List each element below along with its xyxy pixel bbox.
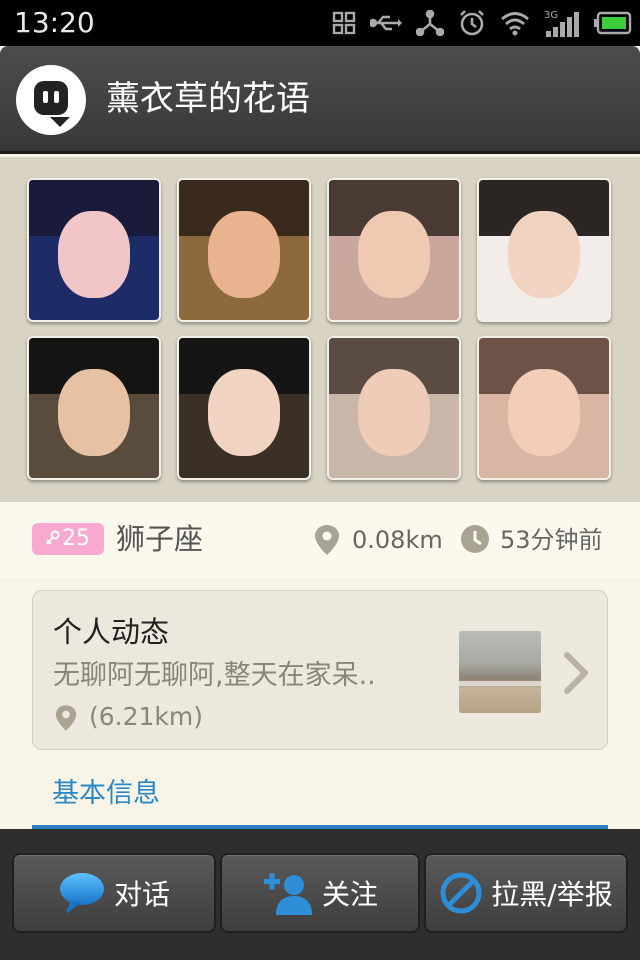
zodiac-label: 狮子座: [116, 522, 204, 556]
clock-icon: [460, 524, 490, 558]
chat-button-label: 对话: [113, 878, 170, 911]
follow-button-label: 关注: [321, 878, 378, 911]
photo-thumbnail[interactable]: [27, 178, 161, 322]
photo-thumbnail[interactable]: [477, 336, 611, 480]
age-badge: 25: [32, 523, 104, 555]
moment-location: (6.21km): [89, 702, 204, 731]
photo-thumbnail[interactable]: [177, 178, 311, 322]
tab-basic-info[interactable]: 基本信息: [52, 774, 160, 814]
battery-icon: [594, 11, 632, 35]
last-active-time: 53分钟前: [500, 526, 603, 554]
photo-thumbnail[interactable]: [327, 336, 461, 480]
status-icons: 3G: [332, 7, 632, 39]
block-report-button[interactable]: 拉黑/举报: [424, 853, 628, 933]
chat-bubble-logo-icon[interactable]: [16, 65, 86, 135]
photo-thumbnail[interactable]: [477, 178, 611, 322]
moment-card[interactable]: 个人动态 无聊阿无聊阿,整天在家呆.. (6.21km): [32, 590, 608, 750]
status-time: 13:20: [14, 6, 95, 39]
photo-grid: [0, 157, 640, 502]
moment-title: 个人动态: [53, 615, 170, 649]
status-bar: 13:20 3G: [0, 0, 640, 46]
share-icon: [416, 10, 444, 36]
app-header: 薰衣草的花语: [0, 46, 640, 154]
speech-bubble-icon: [59, 873, 104, 914]
moment-text: 无聊阿无聊阿,整天在家呆..: [53, 660, 376, 691]
bottom-action-bar: 对话 关注 拉黑/举报: [0, 829, 640, 960]
chevron-right-icon[interactable]: [561, 651, 591, 699]
grid-icon: [332, 11, 356, 35]
wifi-icon: [500, 10, 530, 36]
photo-thumbnail[interactable]: [327, 178, 461, 322]
usb-icon: [370, 13, 402, 33]
block-icon: [440, 872, 482, 914]
location-pin-icon: [55, 703, 77, 737]
location-pin-icon: [314, 524, 340, 560]
distance-value: 0.08km: [352, 526, 443, 554]
photo-thumbnail[interactable]: [177, 336, 311, 480]
female-icon: [46, 530, 60, 545]
network-label: 3G: [544, 10, 558, 21]
block-report-button-label: 拉黑/举报: [491, 878, 613, 911]
photo-thumbnail[interactable]: [27, 336, 161, 480]
profile-info-row: 25 狮子座 0.08km 53分钟前: [0, 502, 640, 578]
chat-button[interactable]: 对话: [12, 853, 216, 933]
alarm-icon: [458, 9, 486, 37]
page-title: 薰衣草的花语: [106, 79, 310, 119]
age-value: 25: [62, 526, 90, 551]
moment-thumbnail[interactable]: [459, 631, 541, 713]
add-user-icon: [263, 873, 312, 915]
signal-3g-icon: 3G: [544, 9, 580, 37]
follow-button[interactable]: 关注: [220, 853, 420, 933]
